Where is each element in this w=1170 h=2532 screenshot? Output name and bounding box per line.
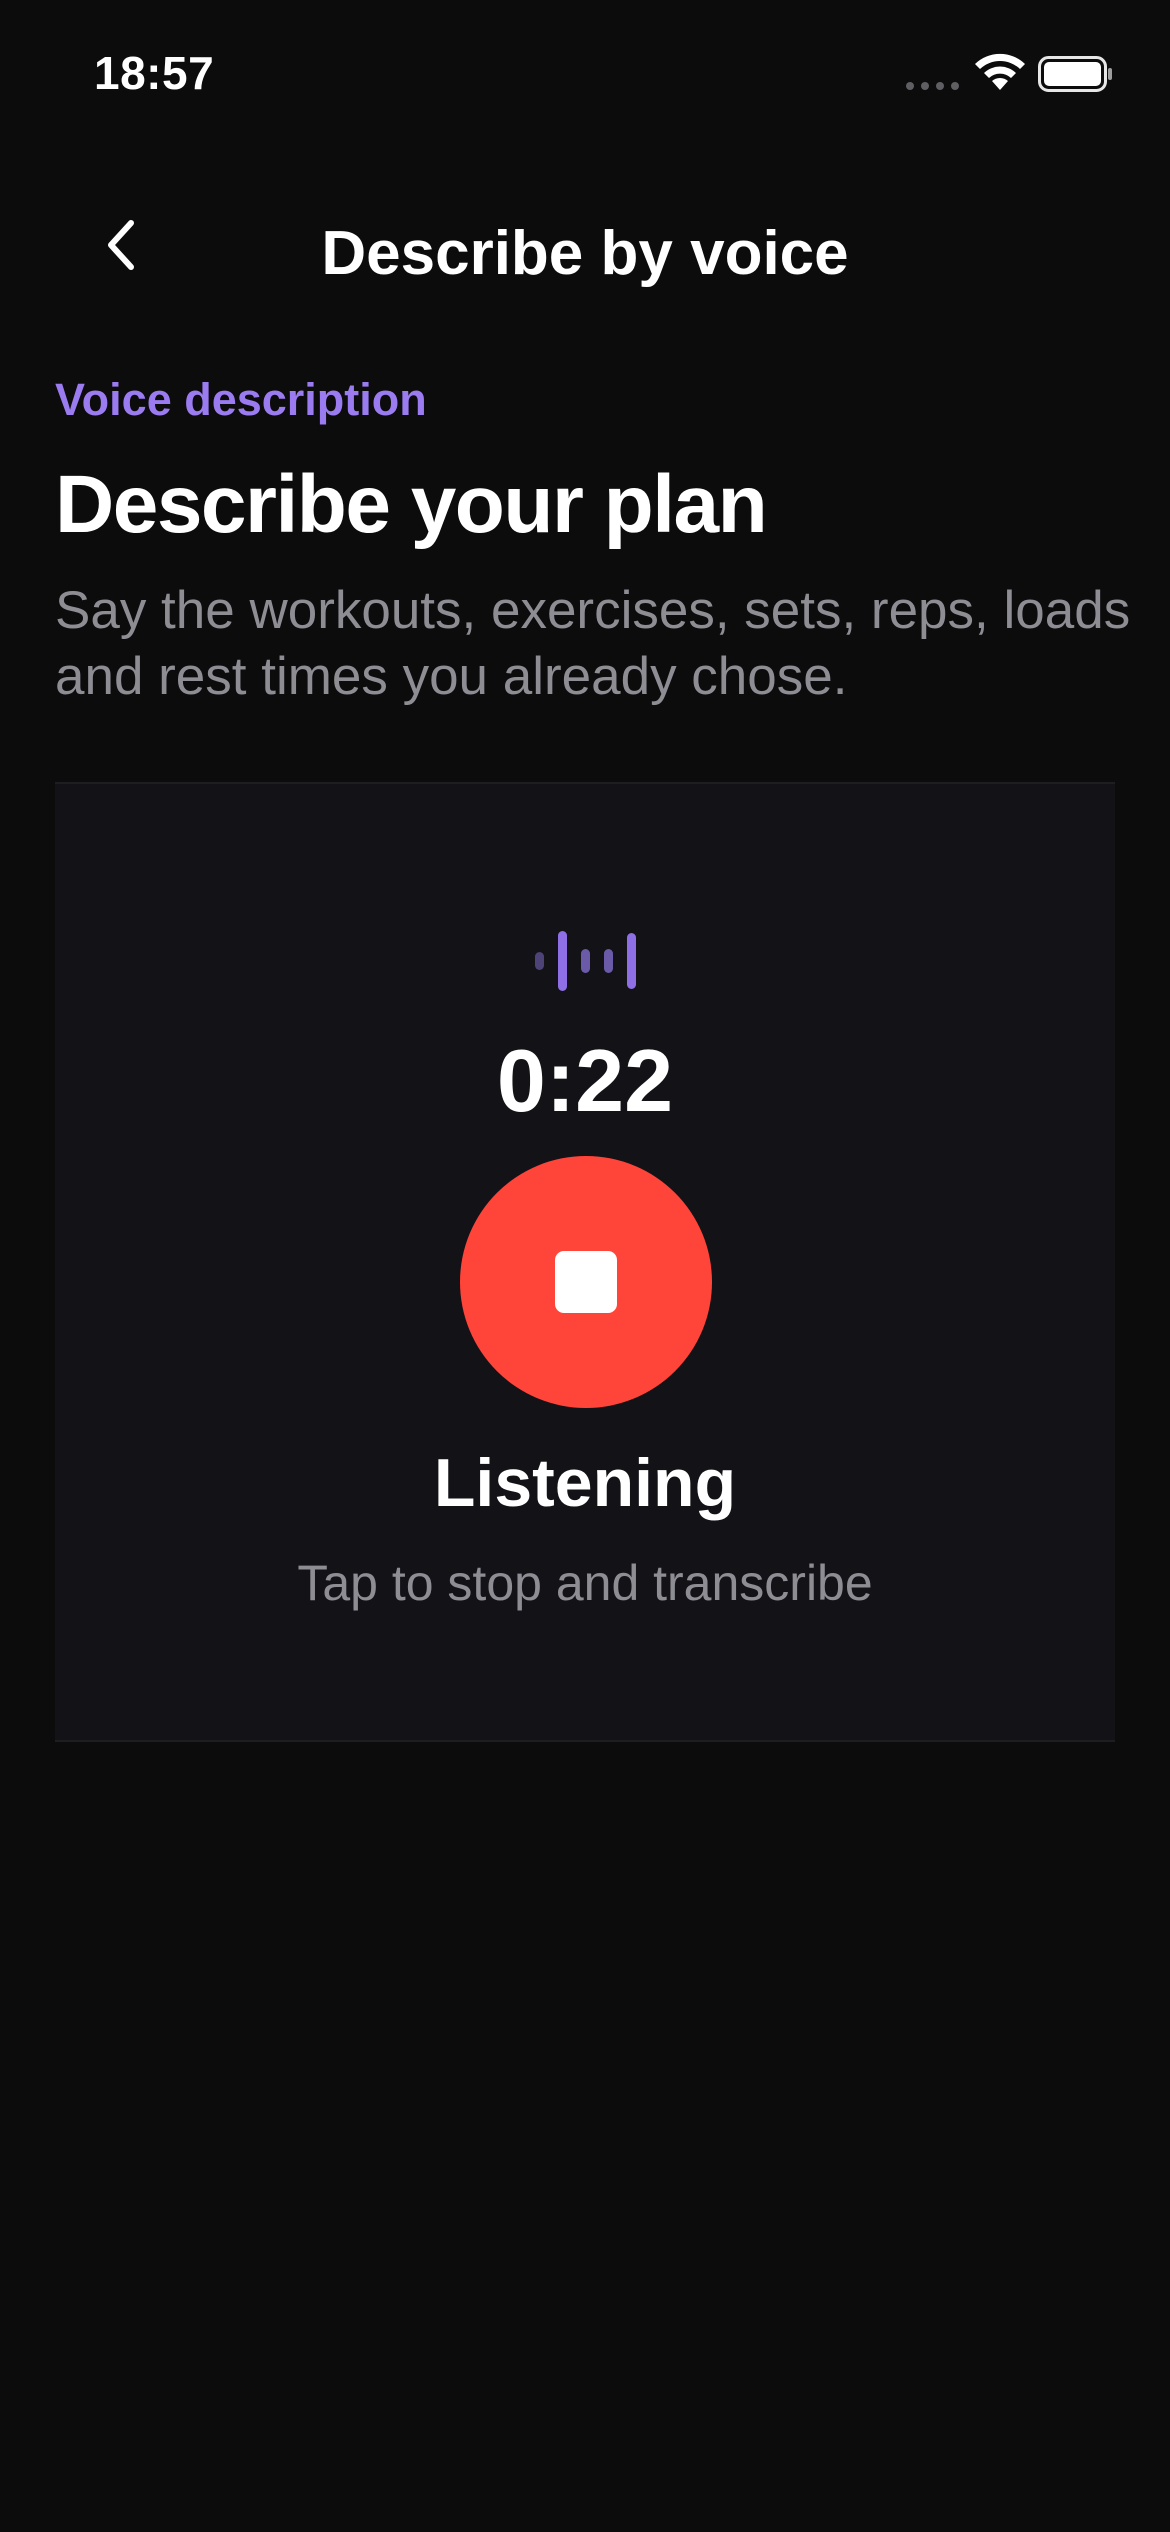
- stop-recording-button[interactable]: [460, 1156, 712, 1408]
- waveform-bar: [603, 949, 613, 973]
- recorder-card: 0:22 Listening Tap to stop and transcrib…: [55, 782, 1115, 1742]
- status-time: 18:57: [94, 47, 215, 99]
- waveform-bar: [626, 933, 636, 989]
- waveform-bar: [534, 952, 544, 970]
- navigation-bar: Describe by voice: [0, 190, 1170, 310]
- cellular-signal-icon: [906, 82, 959, 90]
- page-title: Describe your plan: [55, 459, 768, 550]
- nav-title: Describe by voice: [321, 219, 849, 288]
- section-eyebrow: Voice description: [55, 374, 427, 425]
- recording-hint: Tap to stop and transcribe: [297, 1555, 873, 1611]
- waveform-bar: [557, 931, 567, 991]
- waveform-bar: [580, 949, 590, 973]
- battery-icon: [1038, 56, 1112, 92]
- recording-status: Listening: [433, 1445, 737, 1521]
- voice-description-screen: 18:57 Describe by voice Voice descriptio…: [0, 0, 1170, 2532]
- elapsed-timer: 0:22: [496, 1031, 674, 1130]
- status-bar: 18:57: [0, 0, 1170, 150]
- stop-icon: [555, 1251, 617, 1313]
- wifi-icon: [975, 53, 1025, 90]
- page-subtitle: Say the workouts, exercises, sets, reps,…: [55, 581, 1131, 706]
- waveform-icon: [55, 929, 1115, 993]
